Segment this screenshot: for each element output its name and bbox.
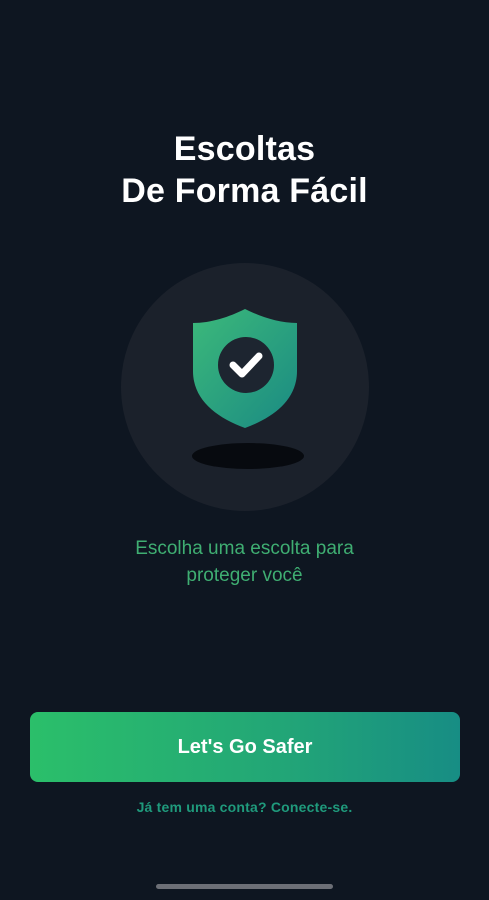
title-line-1: Escoltas	[173, 130, 316, 168]
subtitle-line-1: Escolha uma escolta para	[135, 538, 354, 559]
shield-shadow	[192, 443, 304, 469]
shield-check-icon	[193, 309, 297, 428]
onboarding-screen: Escoltas De Forma Fácil Escolha uma esco…	[0, 0, 489, 900]
login-link[interactable]: Já tem uma conta? Conecte-se.	[0, 799, 489, 815]
home-indicator[interactable]	[156, 884, 333, 889]
page-title: Escoltas De Forma Fácil	[0, 128, 489, 212]
subtitle-line-2: proteger você	[186, 565, 303, 586]
subtitle: Escolha uma escolta para proteger você	[0, 535, 489, 589]
lets-go-safer-button[interactable]: Let's Go Safer	[30, 712, 460, 782]
title-line-2: De Forma Fácil	[121, 172, 368, 210]
